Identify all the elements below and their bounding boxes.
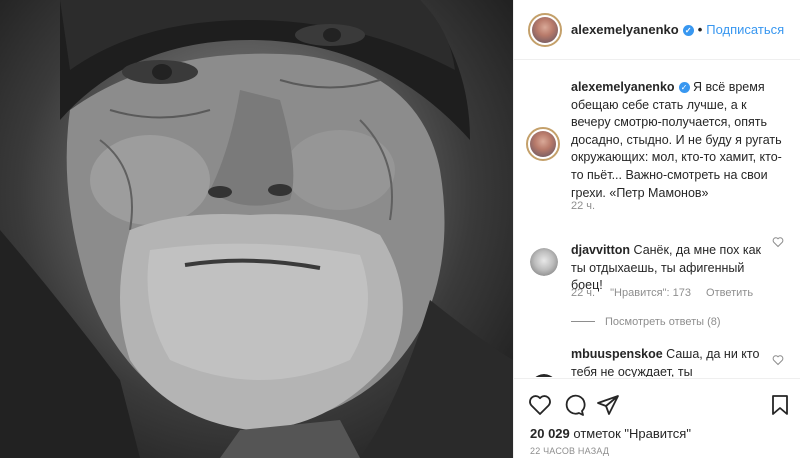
- comment-meta: 22 ч. "Нравится": 173 Ответить: [571, 287, 765, 299]
- comment-avatar[interactable]: [530, 374, 558, 377]
- likes-count[interactable]: 20 029 отметок "Нравится": [530, 426, 691, 441]
- share-plane-icon[interactable]: [596, 393, 620, 417]
- caption: alexemelyanenko ✓ Я всё время обещаю себе…: [571, 79, 789, 202]
- separator-dot: •: [697, 22, 703, 37]
- post-header: alexemelyanenko ✓ • Подписаться: [514, 0, 800, 60]
- like-comment-heart-icon[interactable]: [772, 236, 784, 248]
- post-side-panel: alexemelyanenko ✓ • Подписаться alexemelyan…: [513, 0, 800, 458]
- caption-text: Я всё время обещаю себе стать лучше, а к…: [571, 80, 782, 200]
- posted-time[interactable]: 22 ЧАСОВ НАЗАД: [530, 446, 609, 456]
- comment-avatar[interactable]: [530, 248, 558, 276]
- view-replies-label: Посмотреть ответы (8): [605, 316, 721, 328]
- follow-button[interactable]: Подписаться: [706, 22, 784, 37]
- verified-badge-icon: ✓: [682, 25, 694, 36]
- comment-likes[interactable]: "Нравится": 173: [610, 287, 691, 299]
- caption-avatar[interactable]: [526, 127, 560, 161]
- bookmark-icon[interactable]: [768, 393, 792, 417]
- likes-number: 20 029: [530, 426, 570, 441]
- comment-username[interactable]: mbuuspenskoe: [571, 347, 663, 361]
- comment-time[interactable]: 22 ч.: [571, 287, 595, 299]
- view-replies-button[interactable]: Посмотреть ответы (8): [571, 316, 721, 328]
- verified-badge-icon: ✓: [678, 82, 690, 93]
- comment-item: mbuuspenskoe Саша, да ни кто тебя не осу…: [571, 346, 771, 377]
- like-heart-icon[interactable]: [528, 393, 552, 417]
- post-photo[interactable]: [0, 0, 513, 458]
- caption-time[interactable]: 22 ч.: [571, 200, 595, 212]
- caption-username[interactable]: alexemelyanenko: [571, 80, 675, 94]
- replies-line: [571, 321, 595, 322]
- like-comment-heart-icon[interactable]: [772, 354, 784, 366]
- author-username[interactable]: alexemelyanenko: [571, 22, 679, 37]
- reply-button[interactable]: Ответить: [706, 287, 753, 299]
- comments-list[interactable]: alexemelyanenko ✓ Я всё время обещаю себе…: [514, 61, 800, 377]
- portrait-image: [0, 0, 513, 458]
- likes-suffix: отметок "Нравится": [573, 426, 691, 441]
- header-user-line: alexemelyanenko ✓ • Подписаться: [571, 22, 784, 37]
- author-avatar[interactable]: [528, 13, 562, 47]
- post-actions: 20 029 отметок "Нравится" 22 ЧАСОВ НАЗАД: [514, 378, 800, 458]
- comment-username[interactable]: djavvitton: [571, 243, 630, 257]
- comment-bubble-icon[interactable]: [562, 393, 586, 417]
